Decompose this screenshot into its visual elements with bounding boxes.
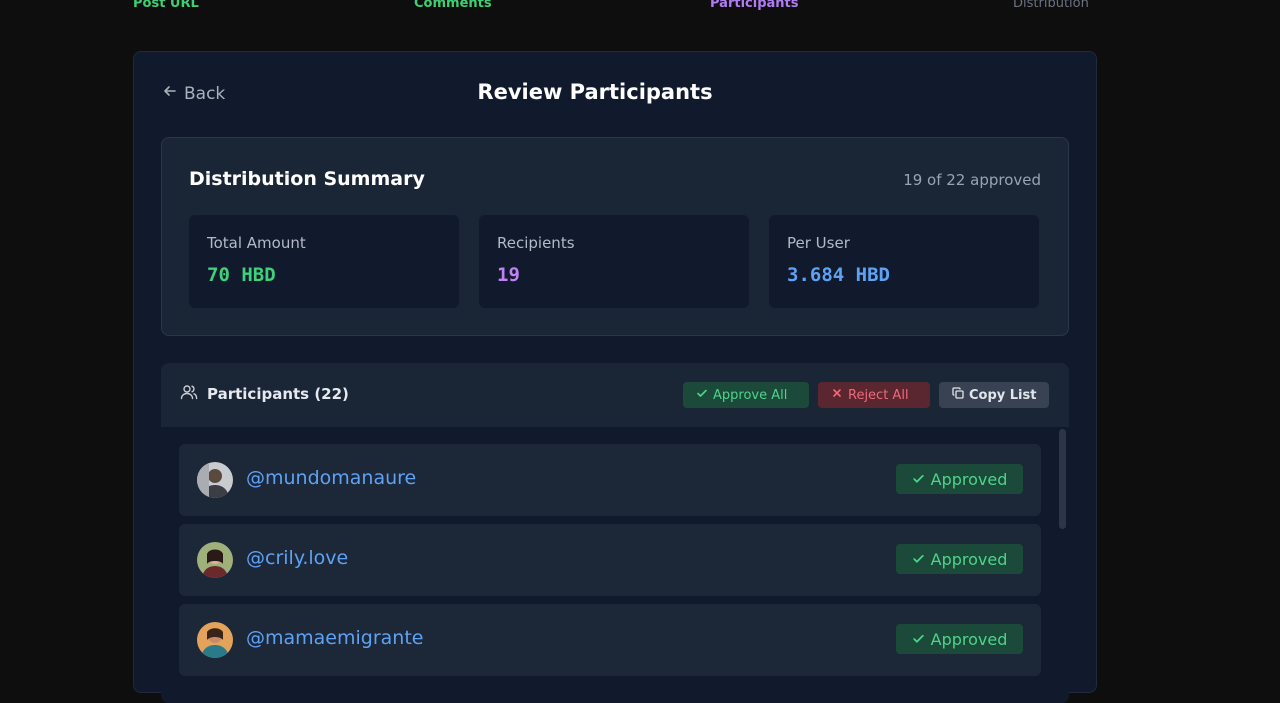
stat-total-amount: Total Amount 70 HBD	[189, 215, 459, 308]
username-link[interactable]: @mundomanaure	[246, 467, 416, 489]
summary-title: Distribution Summary	[189, 168, 425, 190]
status-badge[interactable]: Approved	[896, 544, 1023, 574]
participants-title: Participants (22)	[180, 383, 349, 405]
step-participants[interactable]: Participants	[710, 0, 798, 11]
stat-per-user: Per User 3.684 HBD	[769, 215, 1039, 308]
copy-list-label: Copy List	[969, 387, 1037, 403]
reject-all-label: Reject All	[848, 387, 909, 403]
review-card: Back Review Participants Distribution Su…	[133, 51, 1097, 703]
users-icon	[180, 383, 198, 405]
username-link[interactable]: @crily.love	[246, 547, 348, 569]
stat-value: 3.684 HBD	[787, 264, 890, 286]
status-label: Approved	[930, 629, 1008, 649]
list-item: @mamaemigrante Approved	[179, 604, 1041, 676]
stat-label: Per User	[787, 234, 850, 252]
page-title: Review Participants	[477, 80, 713, 104]
check-icon	[696, 387, 708, 403]
status-label: Approved	[930, 469, 1008, 489]
scrollbar[interactable]	[1059, 427, 1067, 703]
participants-header: Participants (22) Approve All Reject All…	[161, 363, 1069, 427]
avatar	[197, 462, 233, 498]
distribution-summary: Distribution Summary 19 of 22 approved T…	[161, 137, 1069, 336]
progress-steps: Post URL Comments Participants Distribut…	[0, 0, 1280, 16]
stat-recipients: Recipients 19	[479, 215, 749, 308]
step-distribution[interactable]: Distribution	[1013, 0, 1089, 11]
scroll-thumb[interactable]	[1059, 429, 1066, 529]
step-post-url[interactable]: Post URL	[133, 0, 199, 11]
approved-count: 19 of 22 approved	[903, 171, 1041, 189]
check-icon	[912, 470, 925, 489]
status-badge[interactable]: Approved	[896, 624, 1023, 654]
participants-list[interactable]: @mundomanaure Approved @crily.love Appro…	[161, 427, 1069, 703]
approve-all-label: Approve All	[713, 387, 788, 403]
participants-panel: Participants (22) Approve All Reject All…	[161, 363, 1069, 703]
username-link[interactable]: @mamaemigrante	[246, 627, 423, 649]
copy-icon	[952, 387, 964, 403]
check-icon	[912, 630, 925, 649]
stat-value: 19	[497, 264, 520, 286]
reject-all-button[interactable]: Reject All	[818, 382, 930, 408]
status-label: Approved	[930, 549, 1008, 569]
status-badge[interactable]: Approved	[896, 464, 1023, 494]
check-icon	[912, 550, 925, 569]
list-item: @crily.love Approved	[179, 524, 1041, 596]
avatar	[197, 542, 233, 578]
list-item: @mundomanaure Approved	[179, 444, 1041, 516]
approve-all-button[interactable]: Approve All	[683, 382, 809, 408]
stat-label: Recipients	[497, 234, 575, 252]
step-comments[interactable]: Comments	[414, 0, 492, 11]
avatar	[197, 622, 233, 658]
stat-label: Total Amount	[207, 234, 306, 252]
stat-value: 70 HBD	[207, 264, 276, 286]
x-icon	[831, 387, 843, 403]
participants-title-text: Participants (22)	[207, 385, 349, 403]
copy-list-button[interactable]: Copy List	[939, 382, 1049, 408]
